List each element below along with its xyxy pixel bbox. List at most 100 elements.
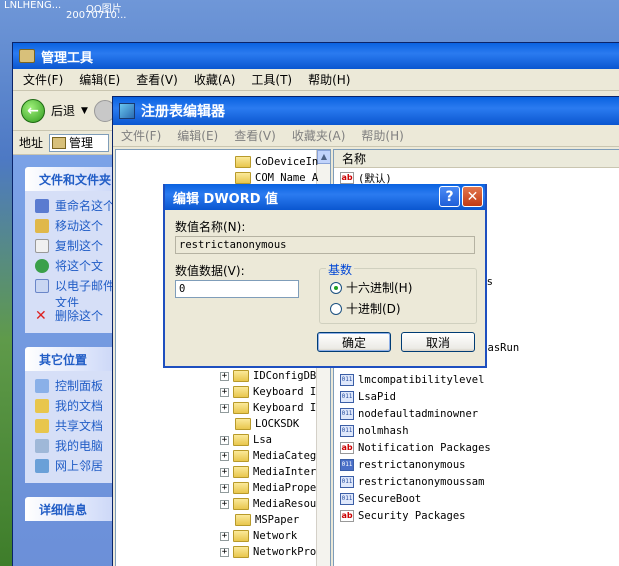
menu-edit[interactable]: 编辑(E) <box>79 71 120 88</box>
desktop-icon-label[interactable]: LNLHENG... <box>4 0 61 11</box>
explorer-title-bar[interactable]: 管理工具 <box>13 43 619 69</box>
regedit-menu-help[interactable]: 帮助(H) <box>361 127 403 144</box>
tree-key-item[interactable]: + MediaPrope <box>220 480 316 496</box>
value-name-label: 数值名称(N): <box>175 220 246 234</box>
shared-documents-icon <box>35 419 49 433</box>
network-icon <box>35 459 49 473</box>
control-panel-icon <box>35 379 49 393</box>
expand-plus-icon[interactable]: + <box>220 371 229 381</box>
registry-value-row[interactable]: 011 LsaPid <box>340 389 396 405</box>
tree-key-item[interactable]: LOCKSDK <box>220 416 299 432</box>
dialog-title-bar[interactable]: 编辑 DWORD 值 <box>165 184 485 210</box>
menu-file[interactable]: 文件(F) <box>23 71 63 88</box>
help-icon[interactable]: ? <box>439 186 460 207</box>
menu-favorites[interactable]: 收藏(A) <box>194 71 236 88</box>
radio-selected-icon <box>330 281 342 294</box>
expand-plus-icon[interactable]: + <box>220 451 229 461</box>
regedit-menu-favorites[interactable]: 收藏夹(A) <box>292 127 346 144</box>
registry-value-row[interactable]: 011 nolmhash <box>340 423 409 439</box>
registry-value-name: lmcompatibilitylevel <box>358 374 485 386</box>
back-dropdown-icon[interactable]: ▼ <box>81 106 88 116</box>
back-arrow-icon[interactable]: ← <box>21 98 45 123</box>
regedit-menu-file[interactable]: 文件(F) <box>121 127 161 144</box>
menu-help[interactable]: 帮助(H) <box>308 71 350 88</box>
registry-value-row[interactable]: ab Security Packages <box>340 508 465 524</box>
registry-value-row[interactable]: ab Notification Packages <box>340 440 491 456</box>
expand-plus-icon[interactable]: + <box>220 435 229 445</box>
address-label: 地址 <box>19 136 44 150</box>
dialog-title: 编辑 DWORD 值 <box>173 191 279 207</box>
expand-plus-icon[interactable]: + <box>220 483 229 493</box>
registry-value-row[interactable]: 011 restrictanonymous <box>340 457 465 473</box>
registry-value-name: restrictanonymoussam <box>358 476 485 488</box>
back-button-label[interactable]: 后退 <box>51 102 75 119</box>
tree-key-item[interactable]: + MediaInter <box>220 464 316 480</box>
dword-value-icon: 011 <box>340 408 354 420</box>
details-panel: 详细信息 <box>25 497 125 521</box>
explorer-menubar: 文件(F) 编辑(E) 查看(V) 收藏(A) 工具(T) 帮助(H) <box>13 69 619 91</box>
cancel-button[interactable]: 取消 <box>401 332 475 352</box>
expand-plus-icon[interactable]: + <box>220 403 229 413</box>
dword-value-icon: 011 <box>340 493 354 505</box>
tree-key-item[interactable]: + Lsa <box>220 432 272 448</box>
expand-plus-icon[interactable]: + <box>220 387 229 397</box>
tree-key-item[interactable]: + Network <box>220 528 297 544</box>
close-icon[interactable]: ✕ <box>462 186 483 207</box>
tree-key-label: MediaCateg <box>253 450 317 462</box>
folder-icon <box>235 156 251 168</box>
expand-plus-icon[interactable]: + <box>220 547 229 557</box>
tree-key-item[interactable]: + NetworkPro <box>220 544 316 560</box>
radio-hexadecimal[interactable]: 十六进制(H) <box>330 279 412 296</box>
file-tasks-header[interactable]: 文件和文件夹 <box>25 167 125 191</box>
folder-icon <box>233 498 249 510</box>
expand-plus-icon[interactable]: + <box>220 531 229 541</box>
regedit-title-bar[interactable]: 注册表编辑器 <box>113 97 619 125</box>
tree-key-item[interactable]: + IDConfigDB <box>220 368 316 384</box>
regedit-menubar: 文件(F) 编辑(E) 查看(V) 收藏夹(A) 帮助(H) <box>113 125 619 147</box>
tree-key-item[interactable]: + MediaCateg <box>220 448 316 464</box>
desktop-icon-label[interactable]: 20070710... <box>66 10 126 21</box>
dword-value-icon: 011 <box>340 391 354 403</box>
radio-unselected-icon <box>330 302 342 315</box>
tree-key-label: Keyboard I <box>253 402 317 414</box>
folder-icon <box>233 466 249 478</box>
other-places-header[interactable]: 其它位置 <box>25 347 125 371</box>
expand-plus-icon[interactable]: + <box>220 467 229 477</box>
globe-icon <box>35 259 49 273</box>
ok-button[interactable]: 确定 <box>317 332 391 352</box>
other-places-panel: 其它位置 控制面板 我的文档 共享文档 我的电脑 网上邻居 <box>25 347 125 483</box>
column-header-name[interactable]: 名称 <box>334 150 619 168</box>
menu-tools[interactable]: 工具(T) <box>251 71 292 88</box>
menu-view[interactable]: 查看(V) <box>136 71 178 88</box>
regedit-menu-view[interactable]: 查看(V) <box>234 127 276 144</box>
email-icon <box>35 279 49 293</box>
tree-key-label: Network <box>253 530 298 542</box>
folder-icon <box>233 386 249 398</box>
regedit-menu-edit[interactable]: 编辑(E) <box>177 127 218 144</box>
folder-icon <box>19 49 35 63</box>
tree-key-label: NetworkPro <box>253 546 317 558</box>
tree-key-item[interactable]: MSPaper <box>220 512 299 528</box>
tree-key-item[interactable]: CoDeviceIn <box>220 154 318 170</box>
radio-decimal[interactable]: 十进制(D) <box>330 300 401 317</box>
computer-icon <box>35 439 49 453</box>
registry-value-row[interactable]: 011 lmcompatibilitylevel <box>340 372 484 388</box>
tree-key-item[interactable]: + Keyboard I <box>220 384 316 400</box>
tree-key-item[interactable]: + Keyboard I <box>220 400 316 416</box>
folder-icon <box>52 136 67 149</box>
tree-key-label: LOCKSDK <box>255 418 300 430</box>
value-data-input[interactable]: 0 <box>175 280 299 298</box>
tree-key-item[interactable]: + MediaResou <box>220 496 316 512</box>
folder-icon <box>233 450 249 462</box>
registry-value-row[interactable]: 011 nodefaultadminowner <box>340 406 478 422</box>
scroll-up-icon[interactable]: ▲ <box>317 150 330 164</box>
registry-value-row[interactable]: 011 SecureBoot <box>340 491 421 507</box>
expand-plus-icon[interactable]: + <box>220 499 229 509</box>
folder-icon <box>233 530 249 542</box>
folder-icon <box>235 172 251 184</box>
registry-value-row[interactable]: 011 restrictanonymoussam <box>340 474 484 490</box>
desktop-top-icons: LNLHENG... QQ图片 20070710... <box>0 0 619 30</box>
details-header[interactable]: 详细信息 <box>25 497 125 521</box>
dword-value-icon: 011 <box>340 476 354 488</box>
address-input[interactable]: 管理 <box>49 133 110 152</box>
